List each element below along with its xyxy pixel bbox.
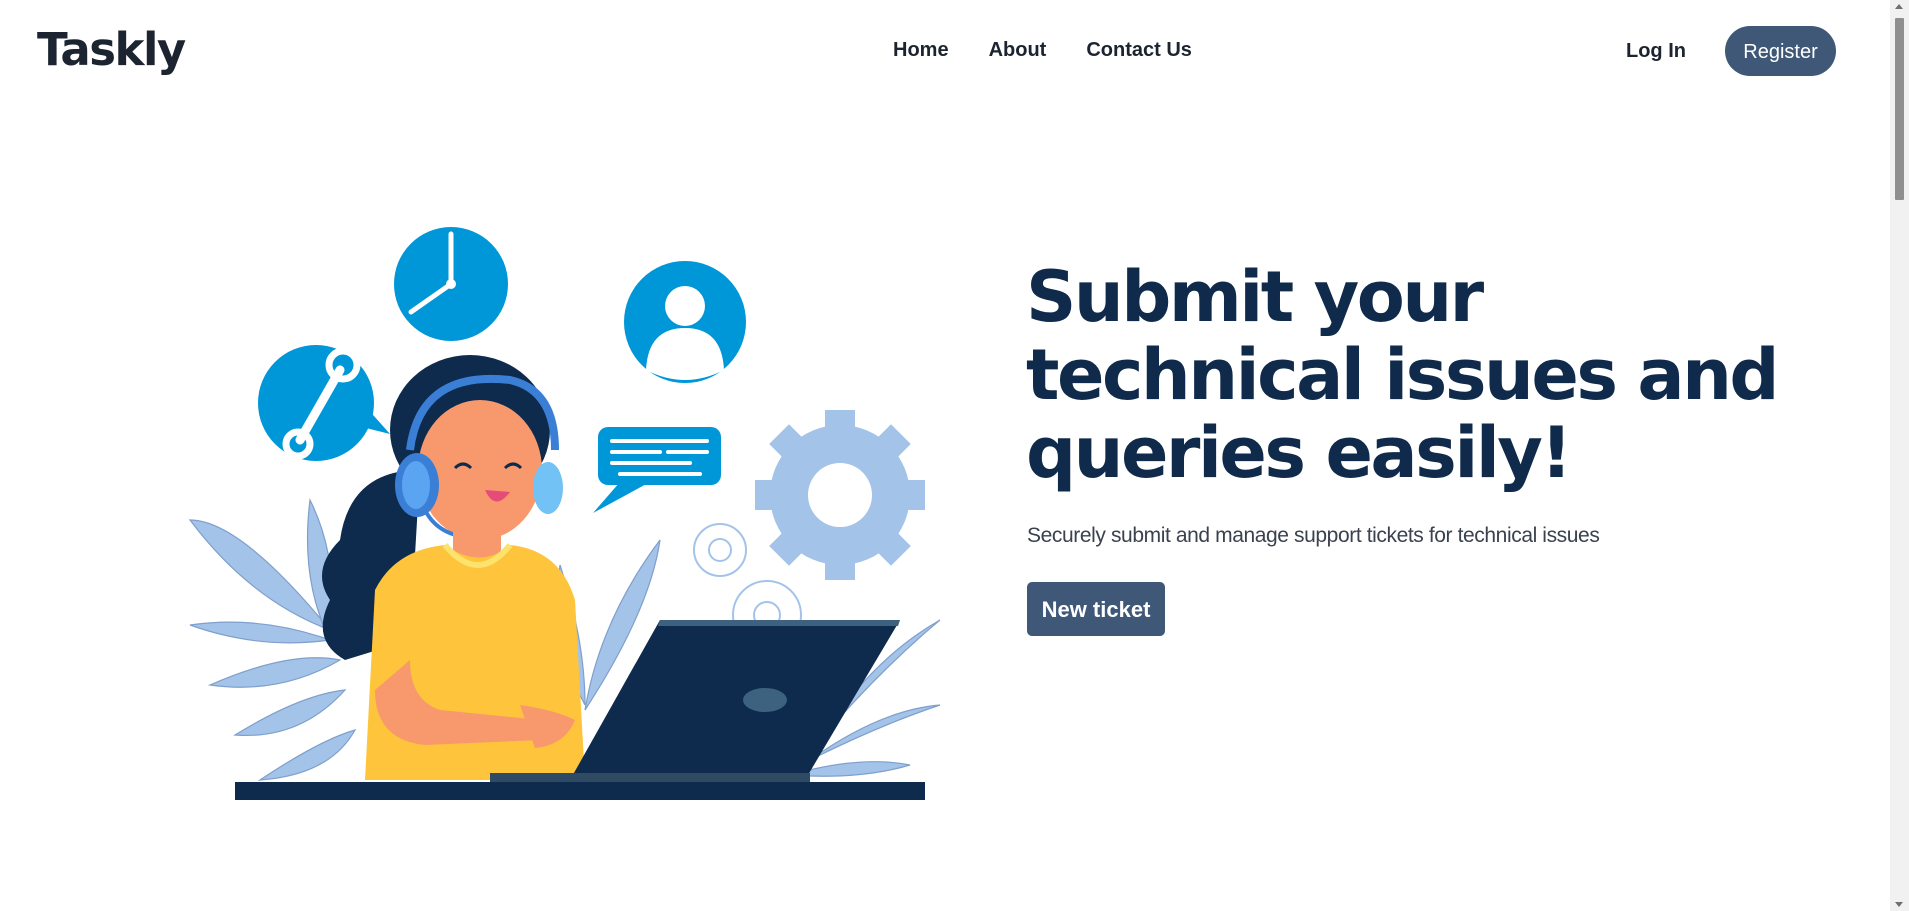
hero-subtitle: Securely submit and manage support ticke…	[1027, 524, 1600, 547]
clock-icon	[394, 227, 508, 341]
site-header: Taskly Home About Contact Us Log In Regi…	[0, 0, 1890, 100]
vertical-scrollbar[interactable]	[1890, 0, 1909, 911]
register-button[interactable]: Register	[1725, 26, 1836, 76]
chat-bubble-icon	[593, 427, 721, 513]
user-icon	[624, 261, 746, 383]
gear-icon	[755, 410, 925, 580]
hero-title: Submit your technical issues and queries…	[1026, 256, 1780, 494]
wrench-icon	[258, 345, 390, 461]
nav-home-link[interactable]: Home	[893, 36, 949, 64]
hero-illustration	[188, 227, 941, 800]
new-ticket-button[interactable]: New ticket	[1027, 582, 1165, 636]
scroll-thumb[interactable]	[1895, 18, 1904, 200]
nav-about-link[interactable]: About	[989, 36, 1047, 64]
scroll-up-arrow-icon[interactable]	[1895, 4, 1903, 9]
desk	[235, 782, 925, 800]
scroll-down-arrow-icon[interactable]	[1895, 902, 1903, 907]
brand-logo[interactable]: Taskly	[37, 22, 186, 78]
login-link[interactable]: Log In	[1626, 37, 1686, 65]
nav-contact-link[interactable]: Contact Us	[1086, 36, 1192, 64]
main-nav: Home About Contact Us	[893, 36, 1192, 64]
